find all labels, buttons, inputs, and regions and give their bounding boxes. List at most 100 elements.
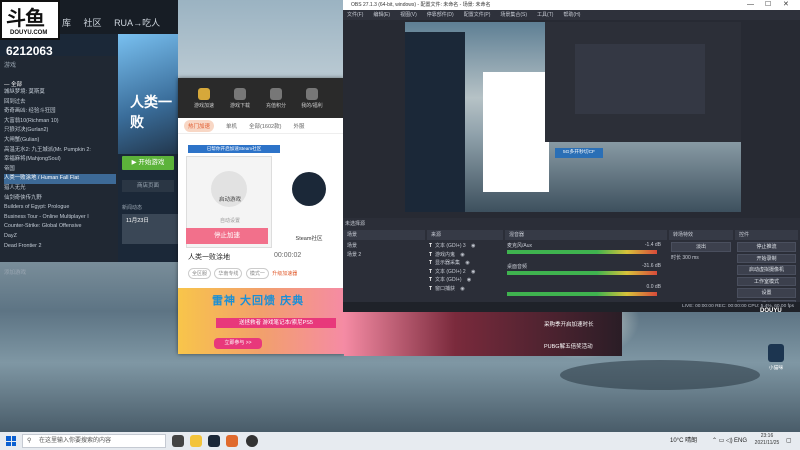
windows-start-icon[interactable] xyxy=(6,436,16,446)
obs-taskbar-icon[interactable] xyxy=(246,435,258,447)
game-list-item[interactable]: 大富翁10(Richman 10) xyxy=(4,117,116,127)
cat-hot[interactable]: 热门加速 xyxy=(184,119,215,132)
cat-app-icon[interactable] xyxy=(768,344,784,362)
source-item[interactable]: T 文本 (GDI+) 2 ◉ xyxy=(429,268,503,277)
eye-icon[interactable]: ◉ xyxy=(466,277,471,283)
eye-icon[interactable]: ◉ xyxy=(470,243,475,249)
control-button[interactable]: 停止推流 xyxy=(737,242,796,252)
control-button[interactable]: 设置 xyxy=(737,288,796,298)
volume-meter[interactable] xyxy=(507,271,657,275)
taskbar-search[interactable]: ⚲ 在这里输入你要搜索的内容 xyxy=(22,434,166,448)
tab-my-welfare[interactable]: 我的/福利 xyxy=(294,87,330,109)
controls-list: 停止推流开始录制启动虚拟摄像机工作室模式设置退出 xyxy=(737,242,796,311)
eye-icon[interactable]: ◉ xyxy=(464,260,469,266)
play-button[interactable]: ▶ 开始游戏 xyxy=(122,156,174,170)
obs-menu-item[interactable]: 工具(T) xyxy=(537,12,553,18)
option-line[interactable]: 华南专线 xyxy=(214,268,243,279)
source-item[interactable]: T 显示器采集 ◉ xyxy=(429,259,503,268)
game-list-item[interactable]: 猎人无光 xyxy=(4,184,116,194)
upgrade-link[interactable]: 升级加速器 xyxy=(272,271,297,277)
game-list-item[interactable]: 城纵梦境: 莫斯莫 xyxy=(4,88,116,98)
weather-widget[interactable]: 10°C 晴朗 xyxy=(670,435,697,447)
source-item[interactable]: T 文本 (GDI+) ◉ xyxy=(429,276,503,285)
tray-icons[interactable]: ⌃ ▭ ◁) xyxy=(712,435,733,447)
game-list-item[interactable]: 高温无水2: 九王城派(Mr. Pumpkin 2: xyxy=(4,146,116,156)
maximize-icon[interactable]: ☐ xyxy=(765,0,771,10)
preview-booster xyxy=(483,72,549,192)
game-list-item[interactable]: 帝国 xyxy=(4,165,116,175)
game-list-item[interactable]: Dead Frontier 2 xyxy=(4,242,116,252)
booster-taskbar-icon[interactable] xyxy=(226,435,238,447)
close-icon[interactable]: ✕ xyxy=(783,0,789,10)
steam-icon xyxy=(292,172,326,206)
steam-nav-community[interactable]: 社区 xyxy=(84,18,102,28)
game-list-item[interactable]: 只狼对决(Gurlan2) xyxy=(4,126,116,136)
obs-preview[interactable] xyxy=(405,22,741,212)
volume-meter[interactable] xyxy=(507,292,657,296)
banner-join-button[interactable]: 立即参与 >> xyxy=(214,338,262,349)
steam-community-card[interactable]: Steam社区 xyxy=(276,156,342,248)
obs-menu-item[interactable]: 配置文件(P) xyxy=(464,12,491,18)
taskbar-clock[interactable]: 23:16 2021/11/25 xyxy=(752,433,782,447)
control-button[interactable]: 工作室模式 xyxy=(737,276,796,286)
scene-item[interactable]: 场景 xyxy=(347,242,425,251)
tab-game-download[interactable]: 游戏下载 xyxy=(222,87,258,109)
game-list-item[interactable]: 人类一败涂地 / Human Fall Flat xyxy=(4,174,116,184)
eye-icon[interactable]: ◉ xyxy=(459,286,464,292)
duration-value[interactable]: 300 ms xyxy=(682,255,698,261)
tab-game-boost[interactable]: 游戏加速 xyxy=(186,87,222,109)
tab-label: 游戏加速 xyxy=(193,102,214,109)
control-button[interactable]: 启动虚拟摄像机 xyxy=(737,265,796,275)
language-indicator[interactable]: ENG xyxy=(734,435,747,447)
add-game-button[interactable]: 添加游戏 xyxy=(4,268,26,276)
game-list-item[interactable]: Counter-Strike: Global Offensive xyxy=(4,222,116,232)
cat-foreign[interactable]: 外服 xyxy=(293,122,304,130)
file-explorer-icon[interactable] xyxy=(190,435,202,447)
promo-strip[interactable]: 采购季开启加速时长 PUBG解五倍奖活动 xyxy=(344,310,622,356)
obs-menubar: 文件(F) 编辑(E) 视图(V) 停靠部件(D) 配置文件(P) 场景集合(S) 工具(T… xyxy=(343,10,800,20)
steam-nav-user[interactable]: RUA→吃人 xyxy=(114,18,160,28)
eye-icon[interactable]: ◉ xyxy=(470,269,475,275)
steam-side-header: 游戏 xyxy=(4,63,17,69)
tab-recharge[interactable]: 充值积分 xyxy=(258,87,294,109)
steam-all-games[interactable]: — 全部 xyxy=(4,80,22,88)
source-item[interactable]: T 窗口捕获 ◉ xyxy=(429,285,503,294)
game-list-item[interactable]: 幸福麻将(MahjongSoul) xyxy=(4,155,116,165)
steam-nav-library[interactable]: 库 xyxy=(62,18,71,28)
volume-meter[interactable] xyxy=(507,250,657,254)
game-hero-title: 人类一败 xyxy=(130,94,172,130)
obs-menu-item[interactable]: 视图(V) xyxy=(400,12,417,18)
cat-single[interactable]: 单机 xyxy=(226,122,237,130)
steam-taskbar-icon[interactable] xyxy=(208,435,220,447)
transition-select[interactable]: 淡出 xyxy=(671,242,731,252)
preview-obs xyxy=(545,22,741,142)
option-mode[interactable]: 模式一 xyxy=(245,268,269,279)
obs-menu-item[interactable]: 编辑(E) xyxy=(373,12,390,18)
obs-menu-item[interactable]: 停靠部件(D) xyxy=(427,12,454,18)
store-page-button[interactable]: 商店页面 xyxy=(122,180,174,192)
option-server[interactable]: 全区服 xyxy=(188,268,212,279)
minimize-icon[interactable]: — xyxy=(747,0,754,10)
source-label: 显示器采集 xyxy=(435,260,461,267)
game-list-item[interactable]: 奇奇画凶: 经验斗狂园 xyxy=(4,107,116,117)
source-item[interactable]: T 文本 (GDI+) 3 ◉ xyxy=(429,242,503,251)
obs-menu-item[interactable]: 文件(F) xyxy=(347,12,363,18)
game-list-item[interactable]: DayZ xyxy=(4,232,116,242)
task-view-icon[interactable] xyxy=(172,435,184,447)
game-list-item[interactable]: 回到过去 xyxy=(4,98,116,108)
notification-icon[interactable]: ▢ xyxy=(786,435,792,447)
control-button[interactable]: 开始录制 xyxy=(737,253,796,263)
game-list-item[interactable]: 大闸蟹(Gulian) xyxy=(4,136,116,146)
clock-date: 2021/11/25 xyxy=(754,440,780,446)
obs-menu-item[interactable]: 场景集合(S) xyxy=(500,12,527,18)
stop-boost-button[interactable]: 停止加速 xyxy=(186,228,268,244)
cat-all[interactable]: 全部(1602款) xyxy=(249,122,281,130)
game-list-item[interactable]: Builders of Egypt: Prologue xyxy=(4,203,116,213)
obs-menu-item[interactable]: 帮助(H) xyxy=(563,12,580,18)
game-list-item[interactable]: 仙剑奇侠传九野 xyxy=(4,194,116,204)
news-card[interactable]: 11月23日 xyxy=(122,214,178,244)
eye-icon[interactable]: ◉ xyxy=(459,252,464,258)
game-list-item[interactable]: Business Tour - Online Multiplayer I xyxy=(4,213,116,223)
scene-item[interactable]: 场景 2 xyxy=(347,251,425,260)
source-item[interactable]: T 游戏内鬼 ◉ xyxy=(429,251,503,260)
